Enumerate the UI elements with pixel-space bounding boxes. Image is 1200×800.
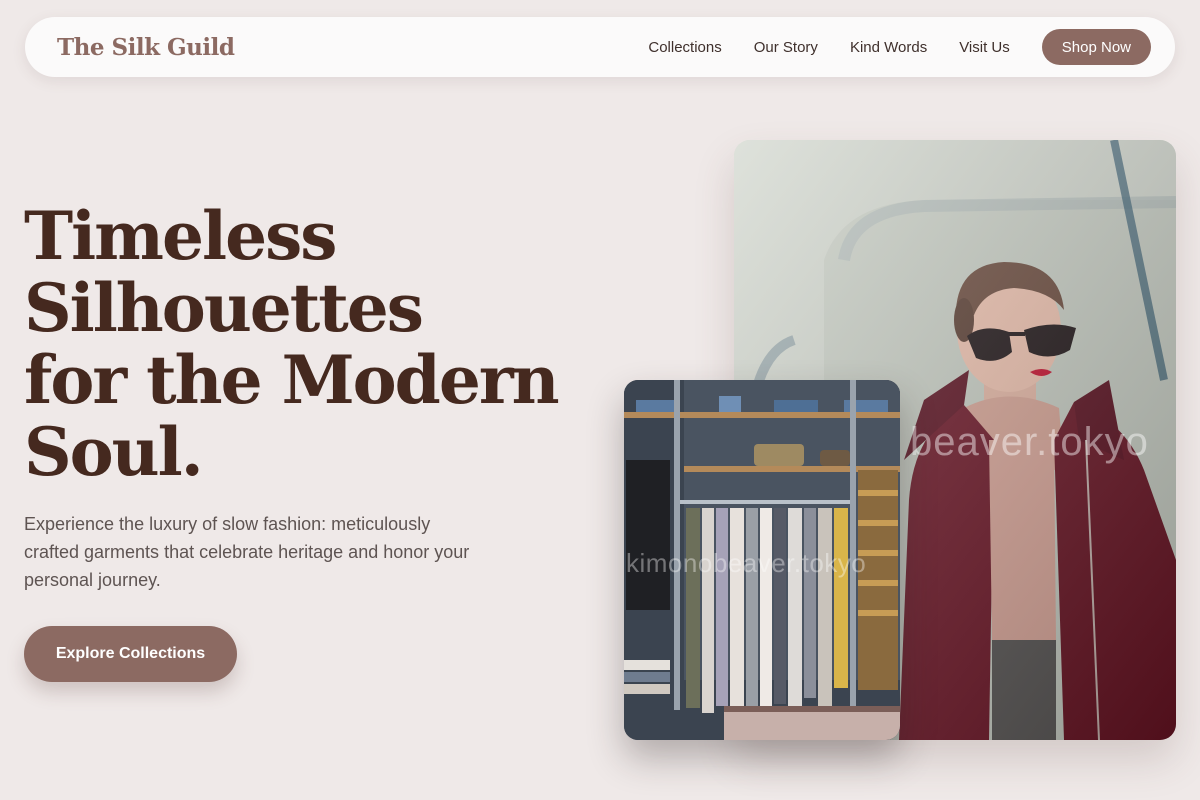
hero-title-line: Soul. [24,413,204,491]
navbar: The Silk Guild Collections Our Story Kin… [25,17,1175,77]
nav-link-our-story[interactable]: Our Story [754,39,818,56]
hero-title-line: for the Modern [24,341,560,419]
nav-link-kind-words[interactable]: Kind Words [850,39,927,56]
store-illustration [624,380,900,740]
nav-links: Collections Our Story Kind Words Visit U… [616,29,1151,65]
shop-now-button[interactable]: Shop Now [1041,29,1151,65]
brand-logo[interactable]: The Silk Guild [57,34,235,61]
hero-title-line: Timeless [24,197,337,275]
hero-title-line: Silhouettes [24,269,424,347]
hero-title: Timeless Silhouettes for the Modern Soul… [24,200,564,488]
store-interior-image [624,380,900,740]
nav-link-visit-us[interactable]: Visit Us [959,39,1010,56]
explore-collections-button[interactable]: Explore Collections [24,626,237,682]
hero-description: Experience the luxury of slow fashion: m… [24,514,470,590]
nav-link-collections[interactable]: Collections [648,39,721,56]
